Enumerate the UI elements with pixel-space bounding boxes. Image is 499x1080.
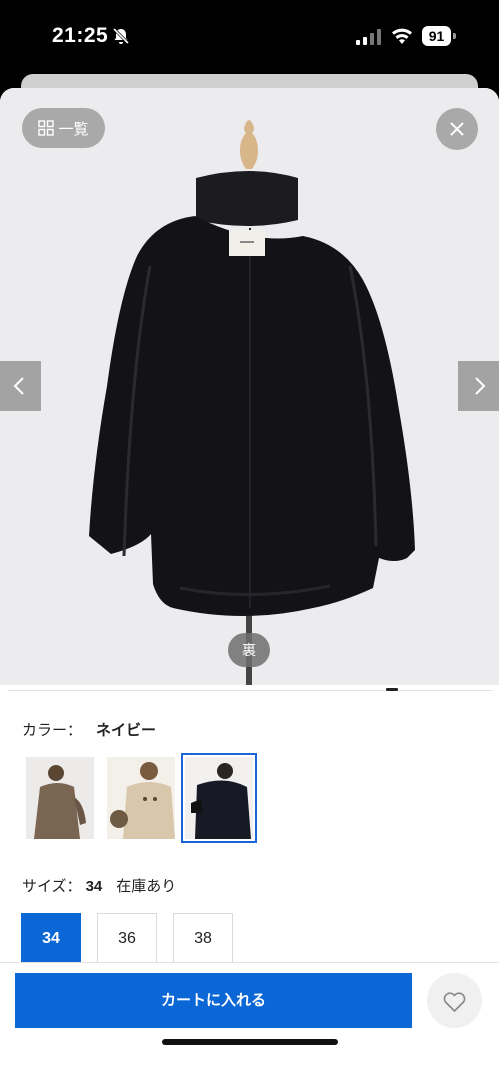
status-bar: 21:25 91 [0,0,499,75]
image-viewer[interactable]: 一覧 裏 [0,88,499,685]
bottom-action-bar: カートに入れる [0,962,499,1080]
list-view-label: 一覧 [58,120,89,138]
size-option-36[interactable]: 36 [97,913,157,963]
size-option-34[interactable]: 34 [21,913,81,963]
image-scroll-track [8,690,492,691]
battery-icon: 91 [422,26,456,46]
color-swatch-brown[interactable] [26,757,94,839]
stock-status: 在庫あり [116,878,177,895]
bell-muted-icon [112,27,130,45]
swatch-image [26,757,94,839]
list-view-button[interactable]: 一覧 [22,108,105,148]
chevron-right-icon [475,377,486,395]
size-option-38[interactable]: 38 [173,913,233,963]
image-caption-badge: 裏 [228,633,270,667]
clock: 21:25 [52,24,109,47]
close-icon [450,122,464,136]
color-label: カラー： [22,722,83,739]
battery-level: 91 [422,26,451,46]
color-value: ネイビー [96,722,157,739]
color-heading: カラー： ネイビー [22,719,156,740]
grid-icon [38,120,55,136]
size-value: 34 [85,878,103,895]
wifi-icon [392,28,412,44]
favorite-button[interactable] [427,973,482,1028]
size-label: サイズ： [22,878,82,895]
product-sheet: 一覧 裏 カラー： ネイビー サイズ： 34 在庫あり 34 36 38 カート… [0,88,499,1080]
close-button[interactable] [436,108,478,150]
product-image [89,120,415,685]
add-to-cart-button[interactable]: カートに入れる [15,973,412,1028]
next-image-button[interactable] [458,361,499,411]
previous-image-button[interactable] [0,361,41,411]
color-swatch-navy[interactable] [181,753,257,843]
home-indicator [162,1039,338,1045]
heart-icon [443,992,466,1012]
image-scroll-indicator [386,688,398,691]
color-swatch-beige[interactable] [107,757,175,839]
swatch-image [107,757,175,839]
swatch-image [185,757,253,839]
signal-icon [356,29,381,45]
size-heading: サイズ： 34 在庫あり [22,875,176,896]
chevron-left-icon [13,377,24,395]
